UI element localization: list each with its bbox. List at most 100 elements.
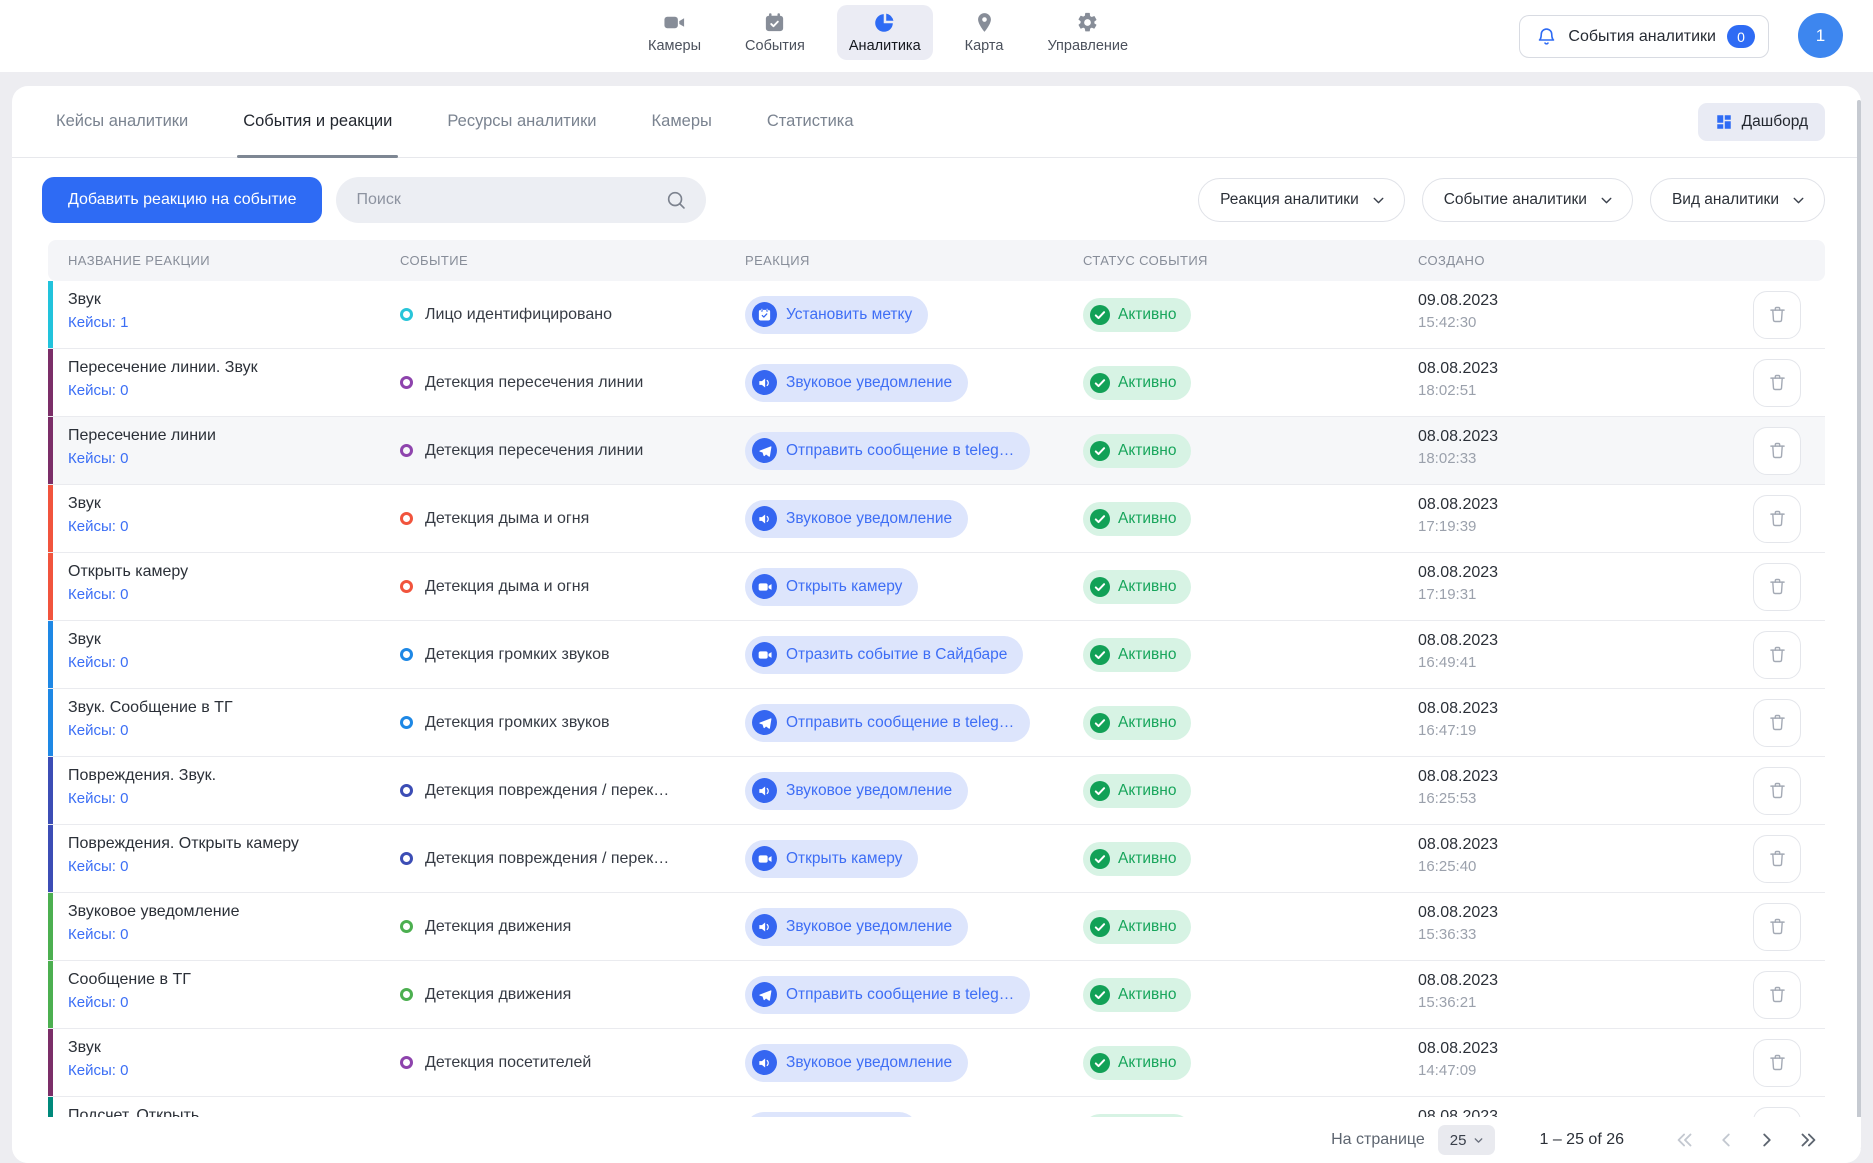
status-label: Активно [1118, 1054, 1176, 1072]
created-date: 08.08.2023 [1418, 632, 1498, 650]
prev-page-button[interactable] [1713, 1127, 1739, 1153]
reaction-icon [752, 982, 777, 1007]
dashboard-button-label: Дашборд [1742, 113, 1808, 131]
tab-statistics[interactable]: Статистика [767, 86, 854, 157]
table-row[interactable]: Сообщение в ТГ Кейсы: 0 Детекция движени… [48, 961, 1825, 1029]
delete-button[interactable] [1753, 495, 1801, 543]
event-type-icon [400, 376, 413, 389]
table-row[interactable]: Звуковое уведомление Кейсы: 0 Детекция д… [48, 893, 1825, 961]
table-row[interactable]: Пересечение линии. Звук Кейсы: 0 Детекци… [48, 349, 1825, 417]
table-row[interactable]: Звук Кейсы: 1 Лицо идентифицировано Уста… [48, 281, 1825, 349]
delete-button[interactable] [1753, 427, 1801, 475]
delete-button[interactable] [1753, 699, 1801, 747]
delete-button[interactable] [1753, 631, 1801, 679]
tab-analytics-cases[interactable]: Кейсы аналитики [56, 86, 188, 157]
reaction-name-cell: Пересечение линии. Звук Кейсы: 0 [68, 359, 258, 399]
table-row[interactable]: Повреждения. Открыть камеру Кейсы: 0 Дет… [48, 825, 1825, 893]
nav-item-events[interactable]: События [733, 5, 817, 60]
page-size-value: 25 [1450, 1132, 1467, 1149]
chevron-down-icon [1370, 192, 1387, 209]
cases-link[interactable]: Кейсы: 0 [68, 518, 128, 535]
filter-analytics-reaction[interactable]: Реакция аналитики [1198, 178, 1405, 222]
toolbar: Добавить реакцию на событие Реакция анал… [12, 158, 1861, 223]
nav-label: Управление [1047, 38, 1128, 54]
filter-analytics-event[interactable]: Событие аналитики [1422, 178, 1633, 222]
tab-cameras[interactable]: Камеры [652, 86, 712, 157]
table-row[interactable]: Открыть камеру Кейсы: 0 Детекция дыма и … [48, 553, 1825, 621]
next-page-button[interactable] [1754, 1127, 1780, 1153]
table-row[interactable]: Звук. Сообщение в ТГ Кейсы: 0 Детекция г… [48, 689, 1825, 757]
cases-link[interactable]: Кейсы: 0 [68, 722, 128, 739]
delete-button[interactable] [1753, 903, 1801, 951]
created-time: 18:02:51 [1418, 382, 1498, 399]
cases-link[interactable]: Кейсы: 0 [68, 790, 128, 807]
dashboard-button[interactable]: Дашборд [1698, 103, 1825, 141]
table-row[interactable]: Пересечение линии Кейсы: 0 Детекция пере… [48, 417, 1825, 485]
tab-analytics-resources[interactable]: Ресурсы аналитики [447, 86, 596, 157]
nav-item-management[interactable]: Управление [1035, 5, 1140, 60]
first-page-button[interactable] [1672, 1127, 1698, 1153]
status-badge: Активно [1083, 366, 1191, 400]
add-reaction-button[interactable]: Добавить реакцию на событие [42, 177, 322, 223]
nav-item-cameras[interactable]: Камеры [636, 5, 713, 60]
delete-button[interactable] [1753, 563, 1801, 611]
last-page-button[interactable] [1795, 1127, 1821, 1153]
delete-button[interactable] [1753, 767, 1801, 815]
column-header-event: СОБЫТИЕ [400, 240, 468, 281]
reaction-icon [752, 1050, 777, 1075]
status-badge: Активно [1083, 842, 1191, 876]
reaction-label: Установить метку [786, 306, 912, 324]
event-type-icon [400, 512, 413, 525]
cases-link[interactable]: Кейсы: 0 [68, 450, 128, 467]
status-check-icon [1090, 373, 1110, 393]
delete-button[interactable] [1753, 291, 1801, 339]
delete-button[interactable] [1753, 359, 1801, 407]
status-label: Активно [1118, 646, 1176, 664]
created-cell: 08.08.2023 15:36:33 [1418, 904, 1498, 943]
analytics-events-button[interactable]: События аналитики 0 [1519, 15, 1769, 58]
created-date: 08.08.2023 [1418, 972, 1498, 990]
reaction-name: Пересечение линии [68, 427, 216, 445]
tab-events-reactions[interactable]: События и реакции [243, 86, 392, 157]
status-badge: Активно [1083, 774, 1191, 808]
delete-button[interactable] [1753, 1039, 1801, 1087]
event-cell: Детекция движения [400, 961, 571, 1028]
search-input[interactable] [336, 177, 706, 223]
reaction-label: Звуковое уведомление [786, 1054, 952, 1072]
reaction-name: Звук [68, 291, 128, 309]
filter-group: Реакция аналитики Событие аналитики Вид … [1198, 178, 1825, 222]
cases-link[interactable]: Кейсы: 0 [68, 926, 128, 943]
table-row[interactable]: Повреждения. Звук. Кейсы: 0 Детекция пов… [48, 757, 1825, 825]
event-label: Детекция дыма и огня [425, 578, 589, 596]
cases-link[interactable]: Кейсы: 0 [68, 858, 128, 875]
nav-item-analytics[interactable]: Аналитика [837, 5, 933, 60]
filter-analytics-type[interactable]: Вид аналитики [1650, 178, 1825, 222]
cases-link[interactable]: Кейсы: 0 [68, 586, 128, 603]
gear-icon [1076, 11, 1099, 34]
reaction-name-cell: Звук Кейсы: 0 [68, 495, 128, 535]
event-cell: Детекция посетителей [400, 1029, 591, 1096]
table-row[interactable]: Звук Кейсы: 0 Детекция дыма и огня Звуко… [48, 485, 1825, 553]
nav-item-map[interactable]: Карта [953, 5, 1016, 60]
reaction-label: Отразить событие в Сайдбаре [786, 646, 1007, 664]
delete-button[interactable] [1753, 835, 1801, 883]
reaction-pill: Звуковое уведомление [745, 500, 968, 538]
cases-link[interactable]: Кейсы: 0 [68, 1062, 128, 1079]
table-row[interactable]: Звук Кейсы: 0 Детекция посетителей Звуко… [48, 1029, 1825, 1097]
status-check-icon [1090, 509, 1110, 529]
page-size-select[interactable]: 25 [1438, 1125, 1496, 1155]
status-label: Активно [1118, 510, 1176, 528]
cases-link[interactable]: Кейсы: 0 [68, 382, 128, 399]
delete-button[interactable] [1753, 971, 1801, 1019]
table-header: НАЗВАНИЕ РЕАКЦИИ СОБЫТИЕ РЕАКЦИЯ СТАТУС … [48, 240, 1825, 281]
vertical-scrollbar[interactable] [1857, 100, 1861, 1150]
user-avatar[interactable]: 1 [1798, 13, 1843, 58]
chevron-down-icon [1790, 192, 1807, 209]
search-icon[interactable] [665, 189, 687, 211]
table-row[interactable]: Звук Кейсы: 0 Детекция громких звуков От… [48, 621, 1825, 689]
cases-link[interactable]: Кейсы: 0 [68, 994, 128, 1011]
cases-link[interactable]: Кейсы: 0 [68, 654, 128, 671]
filter-label: Вид аналитики [1672, 191, 1779, 209]
column-header-created: СОЗДАНО [1418, 240, 1485, 281]
cases-link[interactable]: Кейсы: 1 [68, 314, 128, 331]
